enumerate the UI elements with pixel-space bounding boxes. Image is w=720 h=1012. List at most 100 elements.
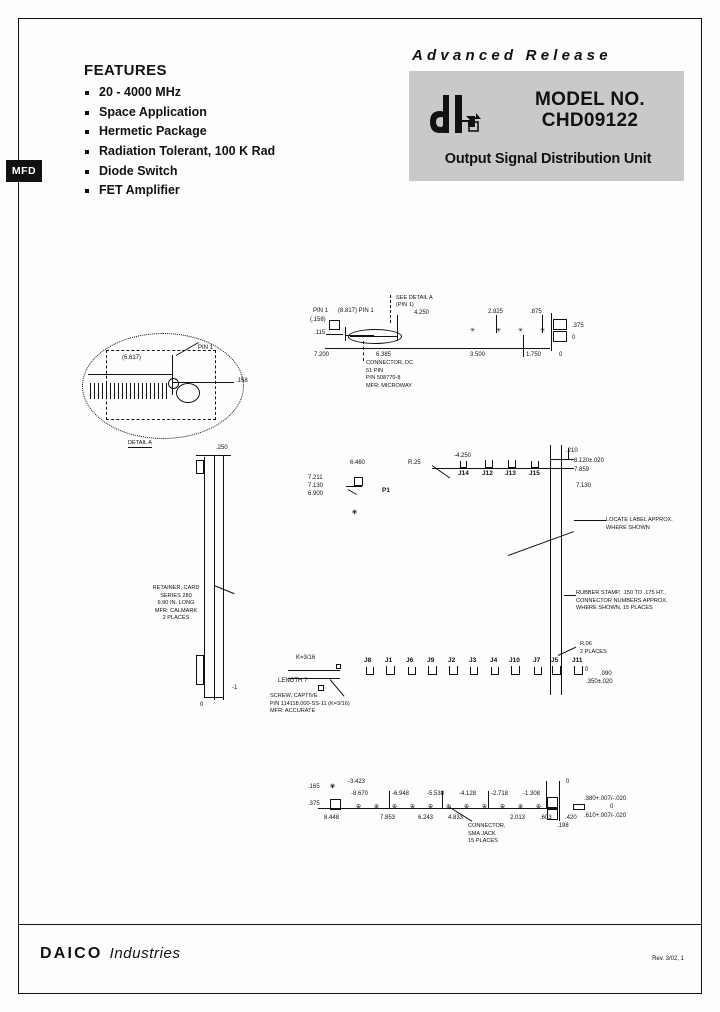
p1-label: P1 [382, 487, 390, 494]
side-dim-250: .250 [216, 445, 228, 451]
connector-j5[interactable] [552, 666, 561, 675]
dim-7859-ext [550, 468, 574, 469]
top-pin1-label: PIN 1 [313, 308, 329, 314]
feature-label: FET Amplifier [99, 183, 180, 198]
top-pin-box [329, 320, 340, 330]
side-dim-6900: 6.900 [308, 491, 324, 497]
label-j1: J1 [385, 657, 393, 664]
connector-j7[interactable] [534, 667, 542, 675]
r06-note: R.06 2 PLACES [580, 641, 607, 655]
model-no-label: MODEL NO. [534, 89, 646, 110]
connector-j15[interactable] [531, 461, 539, 468]
top-dim-1750: 1.750 [526, 352, 542, 358]
bottom-right-tol-box [573, 804, 585, 810]
connector-j11[interactable] [574, 666, 583, 675]
feature-item: Diode Switch [84, 163, 384, 178]
screw-line-1 [288, 670, 340, 671]
bottom-sma-4: ⊕ [410, 804, 416, 810]
model-number: CHD09122 [541, 110, 639, 132]
feature-item: Radiation Tolerant, 100 K Rad [84, 143, 384, 158]
bottom-sma-9: ⊕ [500, 804, 506, 810]
bottom-sma-8: ⊕ [482, 804, 488, 810]
locate-label-leader [574, 520, 606, 521]
label-j3: J3 [469, 657, 477, 664]
bottom-right-box-1 [547, 797, 558, 808]
bottom-dim-8448: 8.448 [324, 815, 340, 821]
connector-j1[interactable] [386, 666, 395, 675]
see-detail-a-sub: (PIN 1) [396, 302, 414, 308]
side-right-inner [561, 487, 562, 515]
bottom-dim-2013: 2.013 [510, 815, 526, 821]
detail-a-vert-line [172, 355, 173, 395]
side-dim-7130: 7.130 [308, 483, 324, 489]
top-connector-mid [350, 336, 398, 337]
screw-head [336, 664, 341, 669]
connector-j3[interactable] [470, 667, 478, 675]
top-symbol-3: ✳ [518, 328, 524, 334]
label-j2: J2 [448, 657, 456, 664]
bottom-sma-1: ⊕ [356, 804, 362, 810]
r25-label: R.25 [408, 460, 421, 466]
connector-j10[interactable] [511, 666, 520, 675]
top-connector-leader [363, 341, 364, 361]
bottom-dim-1308: -1.308 [523, 791, 541, 797]
top-detail-dash [390, 295, 392, 323]
bottom-dim-165: .165 [308, 784, 320, 790]
bullet-square-icon [85, 169, 89, 174]
feature-label: Space Application [99, 104, 207, 119]
p1-leader [347, 489, 357, 495]
bottom-dim-4833: 4.833 [448, 815, 464, 821]
dim-8120-ext [550, 459, 574, 460]
side-dim-090: .090 [600, 671, 612, 677]
detail-a-dim-158: .158 [236, 378, 248, 384]
feature-label: Diode Switch [99, 163, 178, 178]
k-label: K=3/16 [296, 655, 316, 661]
label-j7: J7 [533, 657, 541, 664]
feature-item: Hermetic Package [84, 125, 384, 138]
locate-label-arrow [507, 531, 574, 556]
feature-item: 20 - 4000 MHz [84, 85, 384, 99]
side-dim-0-small: 0 [585, 667, 589, 673]
bottom-dim-3423: -3.423 [348, 779, 366, 785]
label-j5: J5 [551, 657, 559, 664]
bottom-dim-198: .198 [557, 823, 569, 829]
connector-j4[interactable] [491, 667, 499, 675]
retainer-card-note: RETAINER, CARD SERIES 280 6.90 IN. LONG … [152, 585, 200, 622]
company-name: DAICO [40, 945, 103, 962]
top-detail-pointer [397, 315, 398, 341]
connector-j8[interactable] [366, 667, 374, 675]
mechanical-drawing: (6.617) PIN 1 .158 DETAIL A PIN 1 (.158)… [18, 255, 702, 905]
features-list: 20 - 4000 MHz Space Application Hermetic… [84, 85, 384, 198]
top-dim-4250: 4.250 [414, 310, 430, 316]
side-dim-4250: -4.250 [454, 453, 472, 459]
connector-j14[interactable] [460, 461, 467, 468]
bullet-square-icon [85, 130, 89, 135]
top-dim-115: .115 [314, 330, 326, 336]
length-label: LENGTH ? [278, 678, 308, 684]
top-baseline [325, 348, 550, 349]
top-dim-7200: 7.200 [314, 352, 330, 358]
bottom-dim-2718: -2.718 [491, 791, 509, 797]
connector-j9[interactable] [428, 666, 437, 675]
connector-j2[interactable] [449, 666, 458, 675]
side-mid-edge [214, 455, 215, 700]
features-title: FEATURES [84, 62, 167, 79]
bullet-square-icon [85, 149, 89, 154]
model-header-block: MODEL NO. CHD09122 Output Signal Distrib… [409, 71, 684, 181]
screw-base [318, 685, 324, 691]
side-dim-8120: 8.120±.020 [574, 458, 604, 464]
connector-j6[interactable] [408, 667, 416, 675]
bottom-sma-3: ⊕ [392, 804, 398, 810]
detail-a-caption: DETAIL A [128, 440, 152, 448]
top-right-edge [551, 313, 552, 351]
connector-j12[interactable] [485, 460, 493, 468]
side-bottom-tab [196, 655, 204, 685]
label-j11: J11 [572, 657, 583, 664]
feature-label: Radiation Tolerant, 100 K Rad [99, 143, 276, 158]
locate-label-note: LOCATE LABEL APPROX. WHERE SHOWN [606, 517, 673, 531]
top-dim-875: .875 [530, 309, 542, 315]
connector-j13[interactable] [508, 460, 516, 468]
feature-item: Space Application [84, 104, 384, 119]
bottom-right-edge [559, 781, 560, 821]
side-marker-1: -1 [232, 685, 238, 691]
